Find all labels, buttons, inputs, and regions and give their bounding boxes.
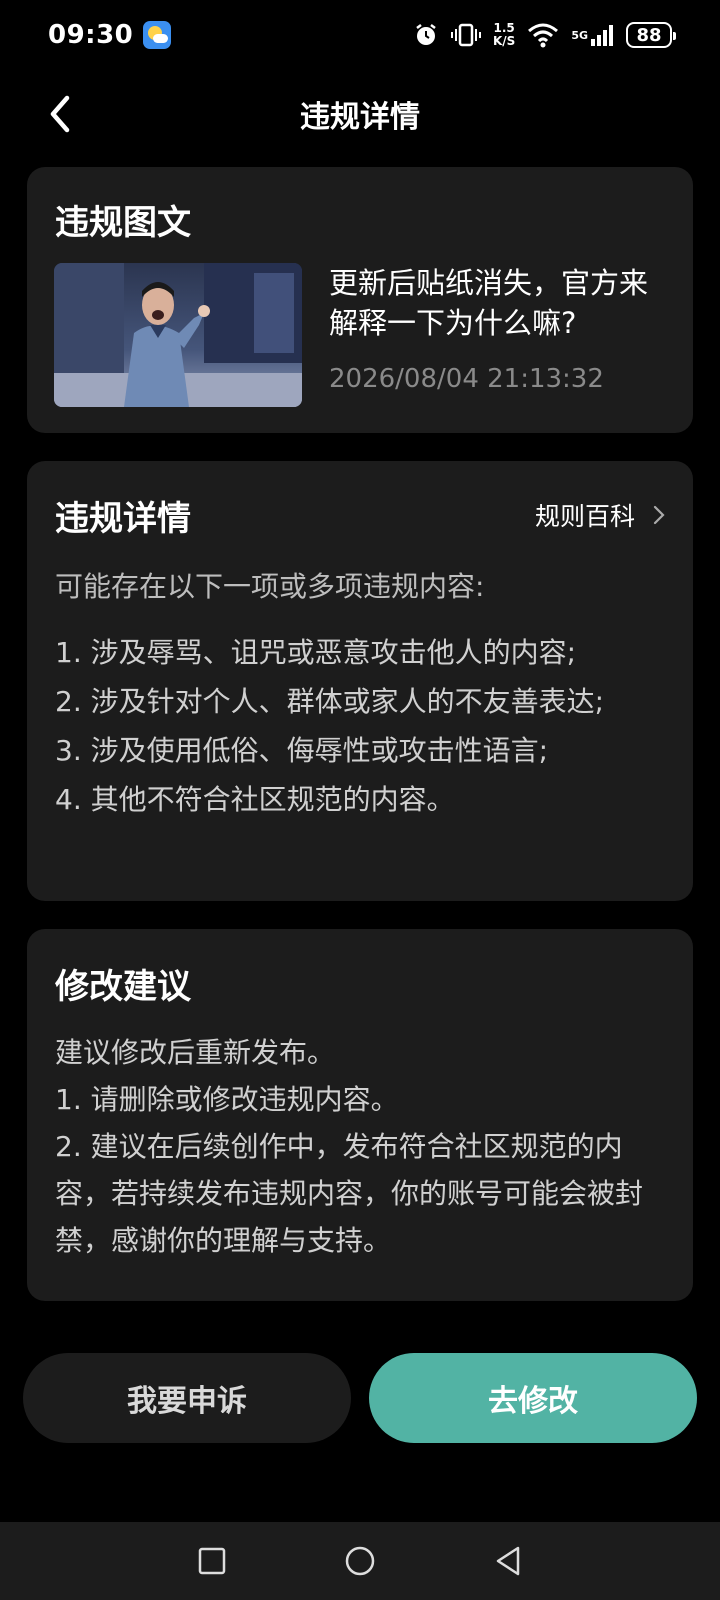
list-item: 3. 涉及使用低俗、侮辱性或攻击性语言; — [55, 734, 549, 767]
violation-intro: 可能存在以下一项或多项违规内容: — [55, 570, 485, 603]
suggestion-line: 1. 请删除或修改违规内容。 — [55, 1083, 399, 1116]
recents-button[interactable] — [192, 1541, 232, 1581]
post-timestamp: 2026/08/04 21:13:32 — [329, 364, 604, 394]
chevron-right-icon — [653, 505, 665, 525]
back-nav-button[interactable] — [488, 1541, 528, 1581]
suggestion-card: 修改建议 建议修改后重新发布。 1. 请删除或修改违规内容。 2. 建议在后续创… — [27, 929, 693, 1301]
list-item: 2. 涉及针对个人、群体或家人的不友善表达; — [55, 685, 605, 718]
status-right: 1.5 K/S 5G 88 — [413, 22, 676, 48]
rules-encyclopedia-link[interactable]: 规则百科 — [535, 497, 665, 533]
suggestion-line: 建议修改后重新发布。 — [55, 1036, 336, 1069]
violation-detail-card: 违规详情 规则百科 可能存在以下一项或多项违规内容: 1. 涉及辱骂、诅咒或恶意… — [27, 461, 693, 901]
rules-link-label: 规则百科 — [534, 502, 635, 531]
status-bar: 09:30 1.5 K/S 5G 88 — [0, 0, 720, 70]
suggestion-text: 建议修改后重新发布。 1. 请删除或修改违规内容。 2. 建议在后续创作中，发布… — [55, 1029, 660, 1264]
suggestion-title: 修改建议 — [55, 967, 191, 1007]
circle-icon — [345, 1546, 375, 1576]
page-title: 违规详情 — [300, 100, 420, 135]
violation-content-card: 违规图文 更新后贴纸消失，官方来解释一下为什么嘛? 2026/08/04 21:… — [27, 167, 693, 433]
status-left: 09:30 — [48, 20, 172, 50]
edit-button[interactable]: 去修改 — [369, 1353, 697, 1443]
alarm-icon — [413, 22, 439, 48]
weather-icon — [143, 21, 172, 49]
network-type: 5G — [571, 28, 588, 42]
violation-list: 1. 涉及辱骂、诅咒或恶意攻击他人的内容; 2. 涉及针对个人、群体或家人的不友… — [55, 628, 665, 824]
suggestion-line: 2. 建议在后续创作中，发布符合社区规范的内容，若持续发布违规内容，你的账号可能… — [55, 1130, 644, 1257]
list-item: 1. 涉及辱骂、诅咒或恶意攻击他人的内容; — [55, 636, 577, 669]
list-item: 4. 其他不符合社区规范的内容。 — [55, 783, 455, 816]
back-button[interactable] — [36, 90, 84, 138]
battery-icon: 88 — [626, 22, 676, 48]
post-title[interactable]: 更新后贴纸消失，官方来解释一下为什么嘛? — [329, 263, 659, 343]
top-nav: 违规详情 — [0, 76, 720, 152]
net-speed-unit: K/S — [492, 34, 516, 48]
system-nav-bar — [0, 1522, 720, 1600]
thumbnail-image — [54, 263, 302, 407]
triangle-back-icon — [496, 1546, 520, 1576]
appeal-button[interactable]: 我要申诉 — [23, 1353, 351, 1443]
wifi-icon — [527, 22, 559, 48]
violation-content-title: 违规图文 — [55, 203, 191, 243]
square-icon — [198, 1547, 226, 1575]
signal-icon: 5G — [571, 23, 614, 47]
home-button[interactable] — [340, 1541, 380, 1581]
post-thumbnail[interactable] — [54, 263, 302, 407]
vibrate-icon — [450, 22, 481, 48]
status-time: 09:30 — [48, 20, 134, 50]
violation-detail-title: 违规详情 — [55, 499, 191, 539]
chevron-left-icon — [50, 95, 70, 133]
net-speed: 1.5 K/S — [493, 22, 515, 48]
battery-level: 88 — [636, 24, 662, 46]
